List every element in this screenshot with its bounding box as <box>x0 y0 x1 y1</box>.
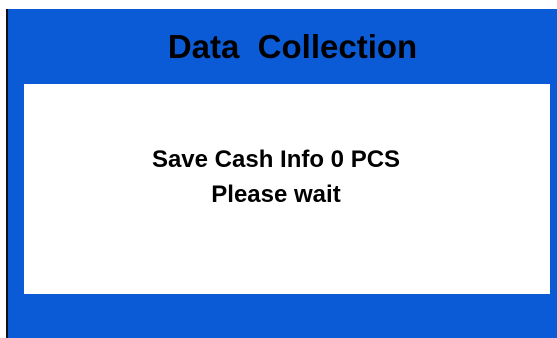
wait-message: Please wait <box>211 181 341 208</box>
data-collection-screen: Data Collection Save Cash Info 0 PCS Ple… <box>8 9 557 338</box>
screen-title: Data Collection <box>167 28 418 65</box>
status-message: Save Cash Info 0 PCS <box>151 146 401 173</box>
message-panel: Save Cash Info 0 PCS Please wait <box>24 84 550 294</box>
